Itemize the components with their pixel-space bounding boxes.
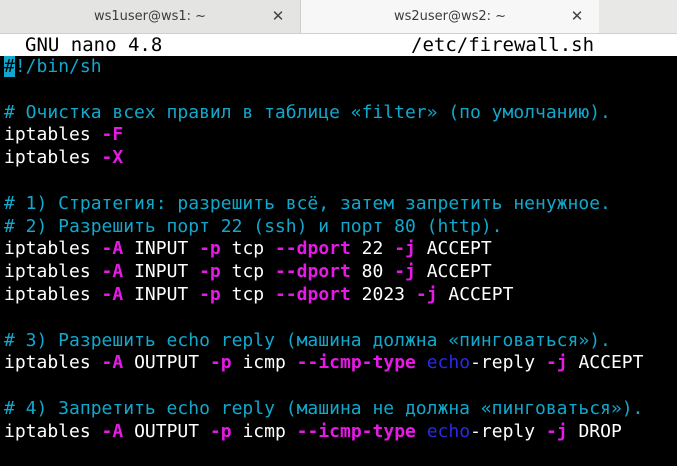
code-text: 80 bbox=[350, 261, 395, 283]
comment-text: # Очистка всех правил в таблице «filter»… bbox=[4, 101, 611, 123]
code-text: iptables bbox=[4, 261, 102, 283]
code-line: iptables -X bbox=[4, 147, 677, 170]
code-text: icmp bbox=[231, 420, 297, 442]
code-line: iptables -A INPUT -p tcp --dport 2023 -j… bbox=[4, 284, 677, 307]
option-flag: -A bbox=[101, 238, 124, 260]
code-text: OUTPUT bbox=[123, 420, 210, 442]
option-flag: -p bbox=[209, 352, 232, 374]
option-flag: -j bbox=[394, 238, 416, 260]
comment-text: # 3) Разрешить echo reply (машина должна… bbox=[4, 329, 611, 351]
option-flag: -j bbox=[545, 420, 568, 442]
code-line: # Очистка всех правил в таблице «filter»… bbox=[4, 102, 677, 125]
option-flag: -A bbox=[101, 283, 124, 305]
option-flag: --icmp-type bbox=[296, 420, 416, 442]
code-text: tcp bbox=[220, 238, 275, 260]
option-flag: -j bbox=[545, 352, 568, 374]
code-line: iptables -A OUTPUT -p icmp --icmp-type e… bbox=[4, 421, 677, 444]
code-text: iptables bbox=[4, 283, 102, 305]
close-icon[interactable]: ✕ bbox=[569, 8, 585, 24]
code-line: iptables -A OUTPUT -p icmp --icmp-type e… bbox=[4, 352, 677, 375]
code-text: INPUT bbox=[123, 261, 200, 283]
option-flag: -p bbox=[199, 261, 221, 283]
option-flag: -F bbox=[101, 124, 124, 146]
option-flag: -A bbox=[101, 420, 124, 442]
code-text: iptables bbox=[4, 124, 102, 146]
code-text: INPUT bbox=[123, 238, 200, 260]
code-text: tcp bbox=[220, 283, 275, 305]
option-flag: -A bbox=[101, 261, 124, 283]
code-line: # 2) Разрешить порт 22 (ssh) и порт 80 (… bbox=[4, 216, 677, 239]
code-text: iptables bbox=[4, 147, 102, 169]
code-text: ACCEPT bbox=[415, 261, 492, 283]
tab-ws2[interactable]: ws2user@ws2: ~ ✕ bbox=[301, 0, 599, 33]
code-text: 2023 bbox=[350, 283, 416, 305]
code-text: iptables bbox=[4, 352, 102, 374]
code-text: OUTPUT bbox=[123, 352, 210, 374]
tab-title: ws2user@ws2: ~ bbox=[393, 9, 507, 24]
keyword-text: echo bbox=[426, 420, 471, 442]
code-text: tcp bbox=[220, 261, 275, 283]
tab-bar-empty-area bbox=[600, 0, 677, 33]
code-text: ACCEPT bbox=[437, 283, 514, 305]
close-icon[interactable]: ✕ bbox=[270, 8, 286, 24]
code-text: ACCEPT bbox=[415, 238, 492, 260]
code-line: iptables -F bbox=[4, 124, 677, 147]
code-text: iptables bbox=[4, 420, 102, 442]
code-text: DROP bbox=[567, 420, 622, 442]
comment-text: # 2) Разрешить порт 22 (ssh) и порт 80 (… bbox=[4, 215, 503, 237]
keyword-text: echo bbox=[426, 352, 471, 374]
option-flag: --dport bbox=[274, 238, 351, 260]
code-text: -reply bbox=[470, 420, 546, 442]
terminal-tab-bar: ws1user@ws1: ~ ✕ ws2user@ws2: ~ ✕ bbox=[0, 0, 677, 34]
code-text: iptables bbox=[4, 238, 102, 260]
option-flag: -p bbox=[199, 283, 221, 305]
option-flag: --icmp-type bbox=[296, 352, 416, 374]
nano-title-bar: GNU nano 4.8 /etc/firewall.sh bbox=[0, 34, 677, 56]
terminal-view[interactable]: GNU nano 4.8 /etc/firewall.sh #!/bin/sh #… bbox=[0, 34, 677, 466]
option-flag: -A bbox=[101, 352, 124, 374]
option-flag: -j bbox=[394, 261, 416, 283]
text-cursor: # bbox=[4, 56, 15, 77]
comment-text: # 1) Стратегия: разрешить всё, затем зап… bbox=[4, 192, 611, 214]
editor-buffer[interactable]: #!/bin/sh # Очистка всех правил в таблице… bbox=[4, 56, 677, 444]
code-text: icmp bbox=[231, 352, 297, 374]
code-text: 22 bbox=[350, 238, 395, 260]
code-line: iptables -A INPUT -p tcp --dport 80 -j A… bbox=[4, 261, 677, 284]
code-line: # 1) Стратегия: разрешить всё, затем зап… bbox=[4, 193, 677, 216]
option-flag: -p bbox=[209, 420, 232, 442]
option-flag: -p bbox=[199, 238, 221, 260]
option-flag: -j bbox=[415, 283, 438, 305]
code-text: ACCEPT bbox=[567, 352, 644, 374]
comment-text: !/bin/sh bbox=[14, 56, 102, 77]
option-flag: --dport bbox=[274, 283, 351, 305]
nano-filename: /etc/firewall.sh bbox=[411, 34, 595, 56]
code-text: -reply bbox=[470, 352, 546, 374]
code-line: iptables -A INPUT -p tcp --dport 22 -j A… bbox=[4, 238, 677, 261]
code-line: # 3) Разрешить echo reply (машина должна… bbox=[4, 330, 677, 353]
code-text: INPUT bbox=[123, 283, 200, 305]
code-line: #!/bin/sh bbox=[4, 56, 677, 79]
option-flag: -X bbox=[101, 147, 124, 169]
code-line: # 4) Запретить echo reply (машина не дол… bbox=[4, 398, 677, 421]
option-flag: --dport bbox=[274, 261, 351, 283]
tab-title: ws1user@ws1: ~ bbox=[93, 9, 207, 24]
tab-ws1[interactable]: ws1user@ws1: ~ ✕ bbox=[0, 0, 301, 33]
nano-version: GNU nano 4.8 bbox=[25, 34, 163, 56]
comment-text: # 4) Запретить echo reply (машина не дол… bbox=[4, 397, 644, 419]
